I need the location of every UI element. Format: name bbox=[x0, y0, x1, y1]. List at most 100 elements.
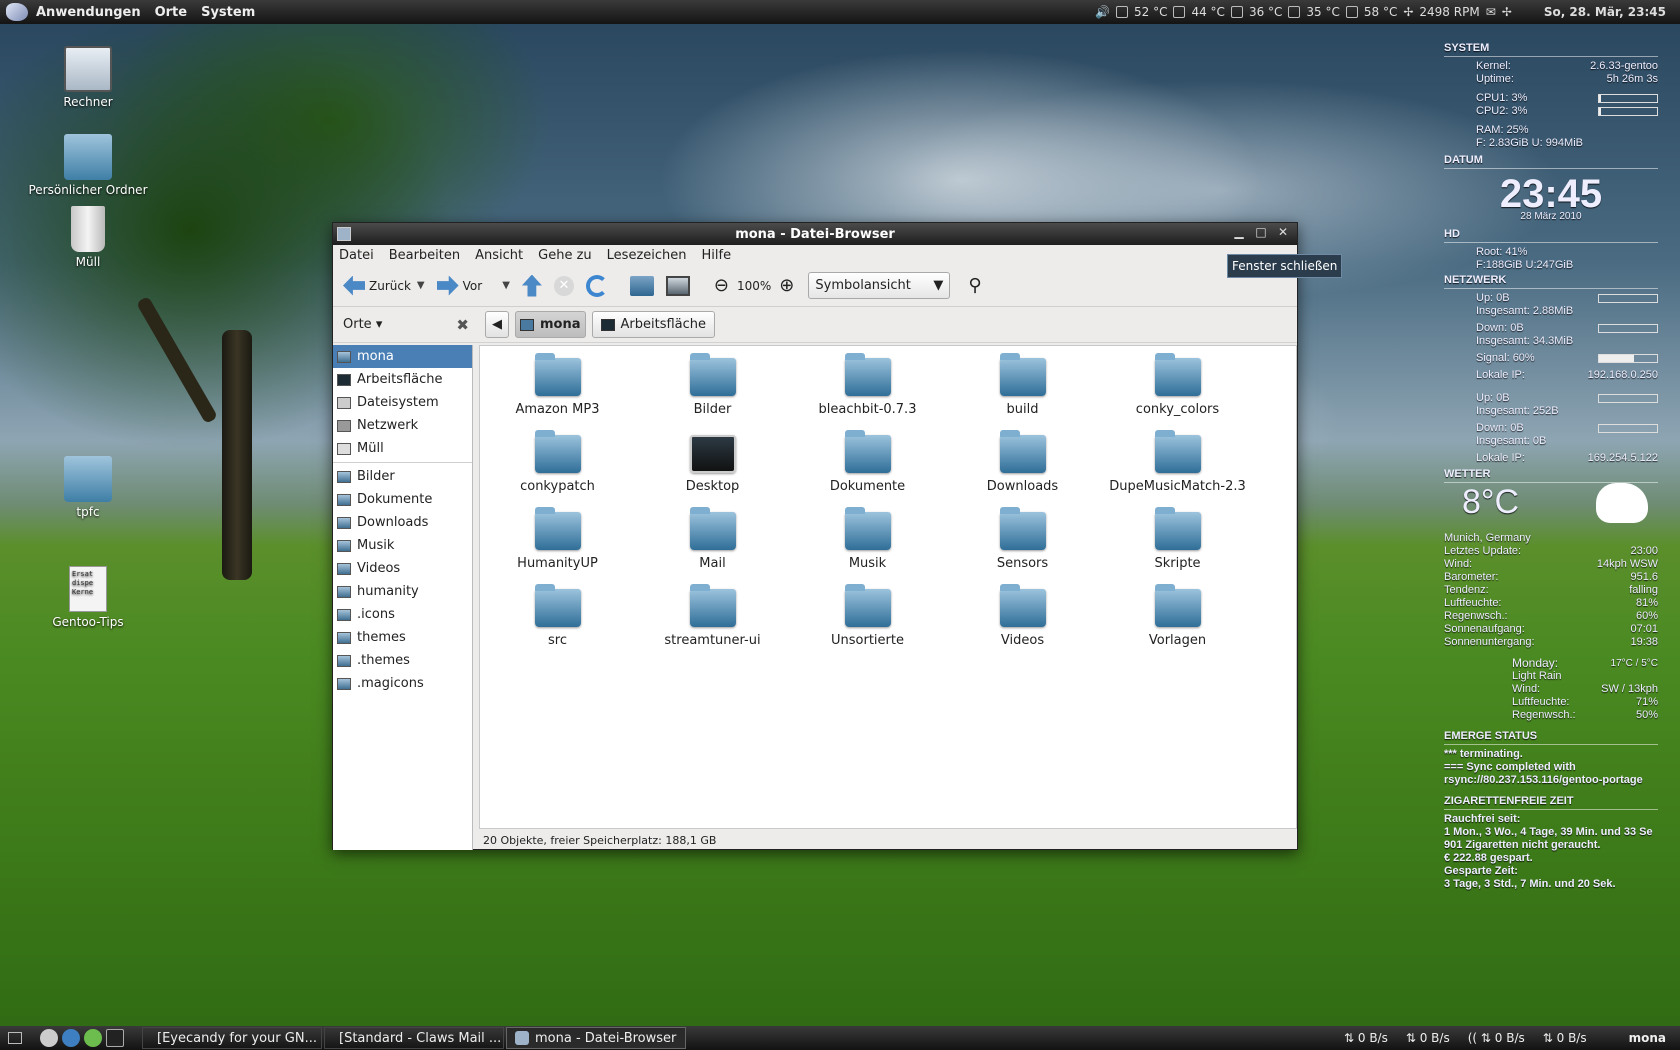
file-item[interactable]: src bbox=[480, 584, 635, 666]
file-item[interactable]: Videos bbox=[945, 584, 1100, 666]
menu-file[interactable]: Datei bbox=[339, 248, 374, 263]
file-item[interactable]: conkypatch bbox=[480, 430, 635, 512]
conky-row: Regenwsch.: 60% bbox=[1444, 610, 1658, 622]
stop-button[interactable]: ✕ bbox=[550, 270, 578, 302]
menu-bookmarks[interactable]: Lesezeichen bbox=[607, 248, 687, 263]
file-item[interactable]: build bbox=[945, 353, 1100, 435]
menu-view[interactable]: Ansicht bbox=[475, 248, 523, 263]
user-name[interactable]: mona bbox=[1629, 1031, 1666, 1045]
conky-header: ZIGARETTENFREIE ZEIT bbox=[1444, 795, 1658, 810]
file-item[interactable]: Musik bbox=[790, 507, 945, 589]
terminal-launcher-icon[interactable] bbox=[106, 1029, 124, 1047]
reload-button[interactable] bbox=[582, 270, 612, 302]
conky-row: Gesparte Zeit: bbox=[1444, 865, 1518, 877]
close-icon[interactable]: ✕ bbox=[1275, 225, 1291, 239]
sidebar-item-network[interactable]: Netzwerk bbox=[333, 414, 472, 437]
menu-help[interactable]: Hilfe bbox=[702, 248, 732, 263]
file-item[interactable]: Desktop bbox=[635, 435, 790, 512]
view-mode-select[interactable]: Symbolansicht ▼ bbox=[808, 272, 951, 299]
file-item[interactable]: Amazon MP3 bbox=[480, 353, 635, 435]
file-item[interactable]: bleachbit-0.7.3 bbox=[790, 353, 945, 435]
desktop-icon-trash[interactable]: Müll bbox=[28, 206, 148, 269]
maximize-icon[interactable]: □ bbox=[1253, 225, 1269, 239]
file-icon-view[interactable]: Amazon MP3 Bilder bleachbit-0.7.3 build conk… bbox=[479, 345, 1297, 829]
minimize-icon[interactable]: ▁ bbox=[1231, 225, 1247, 239]
sidebar-item-bookmark[interactable]: Musik bbox=[333, 534, 472, 557]
task-button[interactable]: [Standard - Claws Mail ... bbox=[324, 1027, 504, 1049]
sidebar-item-filesystem[interactable]: Dateisystem bbox=[333, 391, 472, 414]
desktop-icon bbox=[337, 373, 351, 386]
sidebar-item-bookmark[interactable]: Dokumente bbox=[333, 488, 472, 511]
mail-icon[interactable]: ✉ bbox=[1486, 5, 1496, 19]
desktop-icon-home[interactable]: Persönlicher Ordner bbox=[28, 134, 148, 197]
menu-go[interactable]: Gehe zu bbox=[538, 248, 592, 263]
task-button-active[interactable]: mona - Datei-Browser bbox=[506, 1027, 686, 1049]
menu-system[interactable]: System bbox=[201, 5, 255, 20]
file-item[interactable]: streamtuner-ui bbox=[635, 584, 790, 666]
sidebar-item-bookmark[interactable]: .themes bbox=[333, 649, 472, 672]
computer-button[interactable] bbox=[662, 270, 694, 302]
file-item[interactable]: DupeMusicMatch-2.3 bbox=[1100, 430, 1255, 512]
gnome-foot-icon[interactable] bbox=[6, 3, 28, 21]
file-item[interactable]: Downloads bbox=[945, 430, 1100, 512]
file-item-label: conky_colors bbox=[1135, 402, 1220, 417]
panel-clock[interactable]: So, 28. Mär, 23:45 bbox=[1544, 5, 1666, 19]
zoom-in-icon[interactable]: ⊕ bbox=[775, 270, 798, 302]
file-item[interactable]: Mail bbox=[635, 507, 790, 589]
window-title: mona - Datei-Browser bbox=[735, 226, 895, 242]
window-menu-icon[interactable] bbox=[337, 227, 351, 241]
home-button[interactable] bbox=[626, 270, 658, 302]
window-titlebar[interactable]: mona - Datei-Browser ▁ □ ✕ bbox=[333, 223, 1297, 245]
path-scroll-left-button[interactable]: ◀ bbox=[485, 311, 509, 338]
path-button-desktop[interactable]: Arbeitsfläche bbox=[591, 311, 716, 338]
file-item[interactable]: Bilder bbox=[635, 353, 790, 435]
conky-header: EMERGE STATUS bbox=[1444, 730, 1658, 745]
path-button-mona[interactable]: mona bbox=[515, 311, 586, 338]
conky-row: Luftfeuchte: 71% bbox=[1512, 696, 1658, 708]
sidebar-item-bookmark[interactable]: themes bbox=[333, 626, 472, 649]
browser-launcher-icon[interactable] bbox=[62, 1029, 80, 1047]
back-button[interactable]: Zurück ▼ bbox=[339, 270, 429, 302]
sidebar-item-mona[interactable]: mona bbox=[333, 345, 472, 368]
menu-applications[interactable]: Anwendungen bbox=[36, 5, 141, 20]
desktop-icon-computer[interactable]: Rechner bbox=[28, 46, 148, 109]
search-icon[interactable]: ⚲ bbox=[964, 270, 985, 302]
chevron-down-icon: ▼ bbox=[933, 278, 944, 293]
task-button[interactable]: [Eyecandy for your GN... bbox=[142, 1027, 322, 1049]
sidebar-item-bookmark[interactable]: Bilder bbox=[333, 465, 472, 488]
zoom-out-icon[interactable]: ⊖ bbox=[710, 270, 733, 302]
file-item-label: bleachbit-0.7.3 bbox=[818, 402, 917, 417]
mail-launcher-icon[interactable] bbox=[40, 1029, 58, 1047]
desktop-icon-tpfc[interactable]: tpfc bbox=[28, 456, 148, 519]
zoom-level[interactable]: 100% bbox=[737, 279, 771, 293]
file-item[interactable]: Skripte bbox=[1100, 507, 1255, 589]
sidebar-item-bookmark[interactable]: humanity bbox=[333, 580, 472, 603]
sidebar-item-trash[interactable]: Müll bbox=[333, 437, 472, 460]
close-pane-icon[interactable]: ✖ bbox=[456, 316, 469, 334]
sidebar-item-bookmark[interactable]: .magicons bbox=[333, 672, 472, 695]
file-item[interactable]: HumanityUP bbox=[480, 507, 635, 589]
chevron-down-icon[interactable]: ▼ bbox=[417, 280, 425, 291]
menu-places[interactable]: Orte bbox=[155, 5, 188, 20]
forward-button[interactable]: Vor ▼ bbox=[433, 270, 514, 302]
sidebar-item-bookmark[interactable]: Videos bbox=[333, 557, 472, 580]
sidebar-item-bookmark[interactable]: .icons bbox=[333, 603, 472, 626]
side-pane-selector[interactable]: Orte ▾ ✖ bbox=[339, 316, 479, 334]
chevron-down-icon[interactable]: ▼ bbox=[502, 280, 510, 291]
file-item[interactable]: Unsortierte bbox=[790, 584, 945, 666]
sidebar-item-bookmark[interactable]: Downloads bbox=[333, 511, 472, 534]
file-item[interactable]: conky_colors bbox=[1100, 353, 1255, 435]
desktop-icon-gentoo-tips[interactable]: Ersat dispe Kerne Gentoo-Tips bbox=[28, 566, 148, 629]
menu-edit[interactable]: Bearbeiten bbox=[389, 248, 460, 263]
file-item[interactable]: Sensors bbox=[945, 507, 1100, 589]
volume-icon[interactable]: 🔊 bbox=[1095, 5, 1110, 19]
desktop-icon-label: tpfc bbox=[76, 505, 100, 519]
sidebar-item-desktop[interactable]: Arbeitsfläche bbox=[333, 368, 472, 391]
up-button[interactable] bbox=[518, 270, 546, 302]
desktop-icon-label: Persönlicher Ordner bbox=[28, 183, 148, 197]
media-player-launcher-icon[interactable] bbox=[84, 1029, 102, 1047]
show-desktop-icon[interactable] bbox=[8, 1032, 22, 1044]
downloads-folder-icon bbox=[337, 516, 351, 529]
file-item[interactable]: Vorlagen bbox=[1100, 584, 1255, 666]
file-item[interactable]: Dokumente bbox=[790, 430, 945, 512]
